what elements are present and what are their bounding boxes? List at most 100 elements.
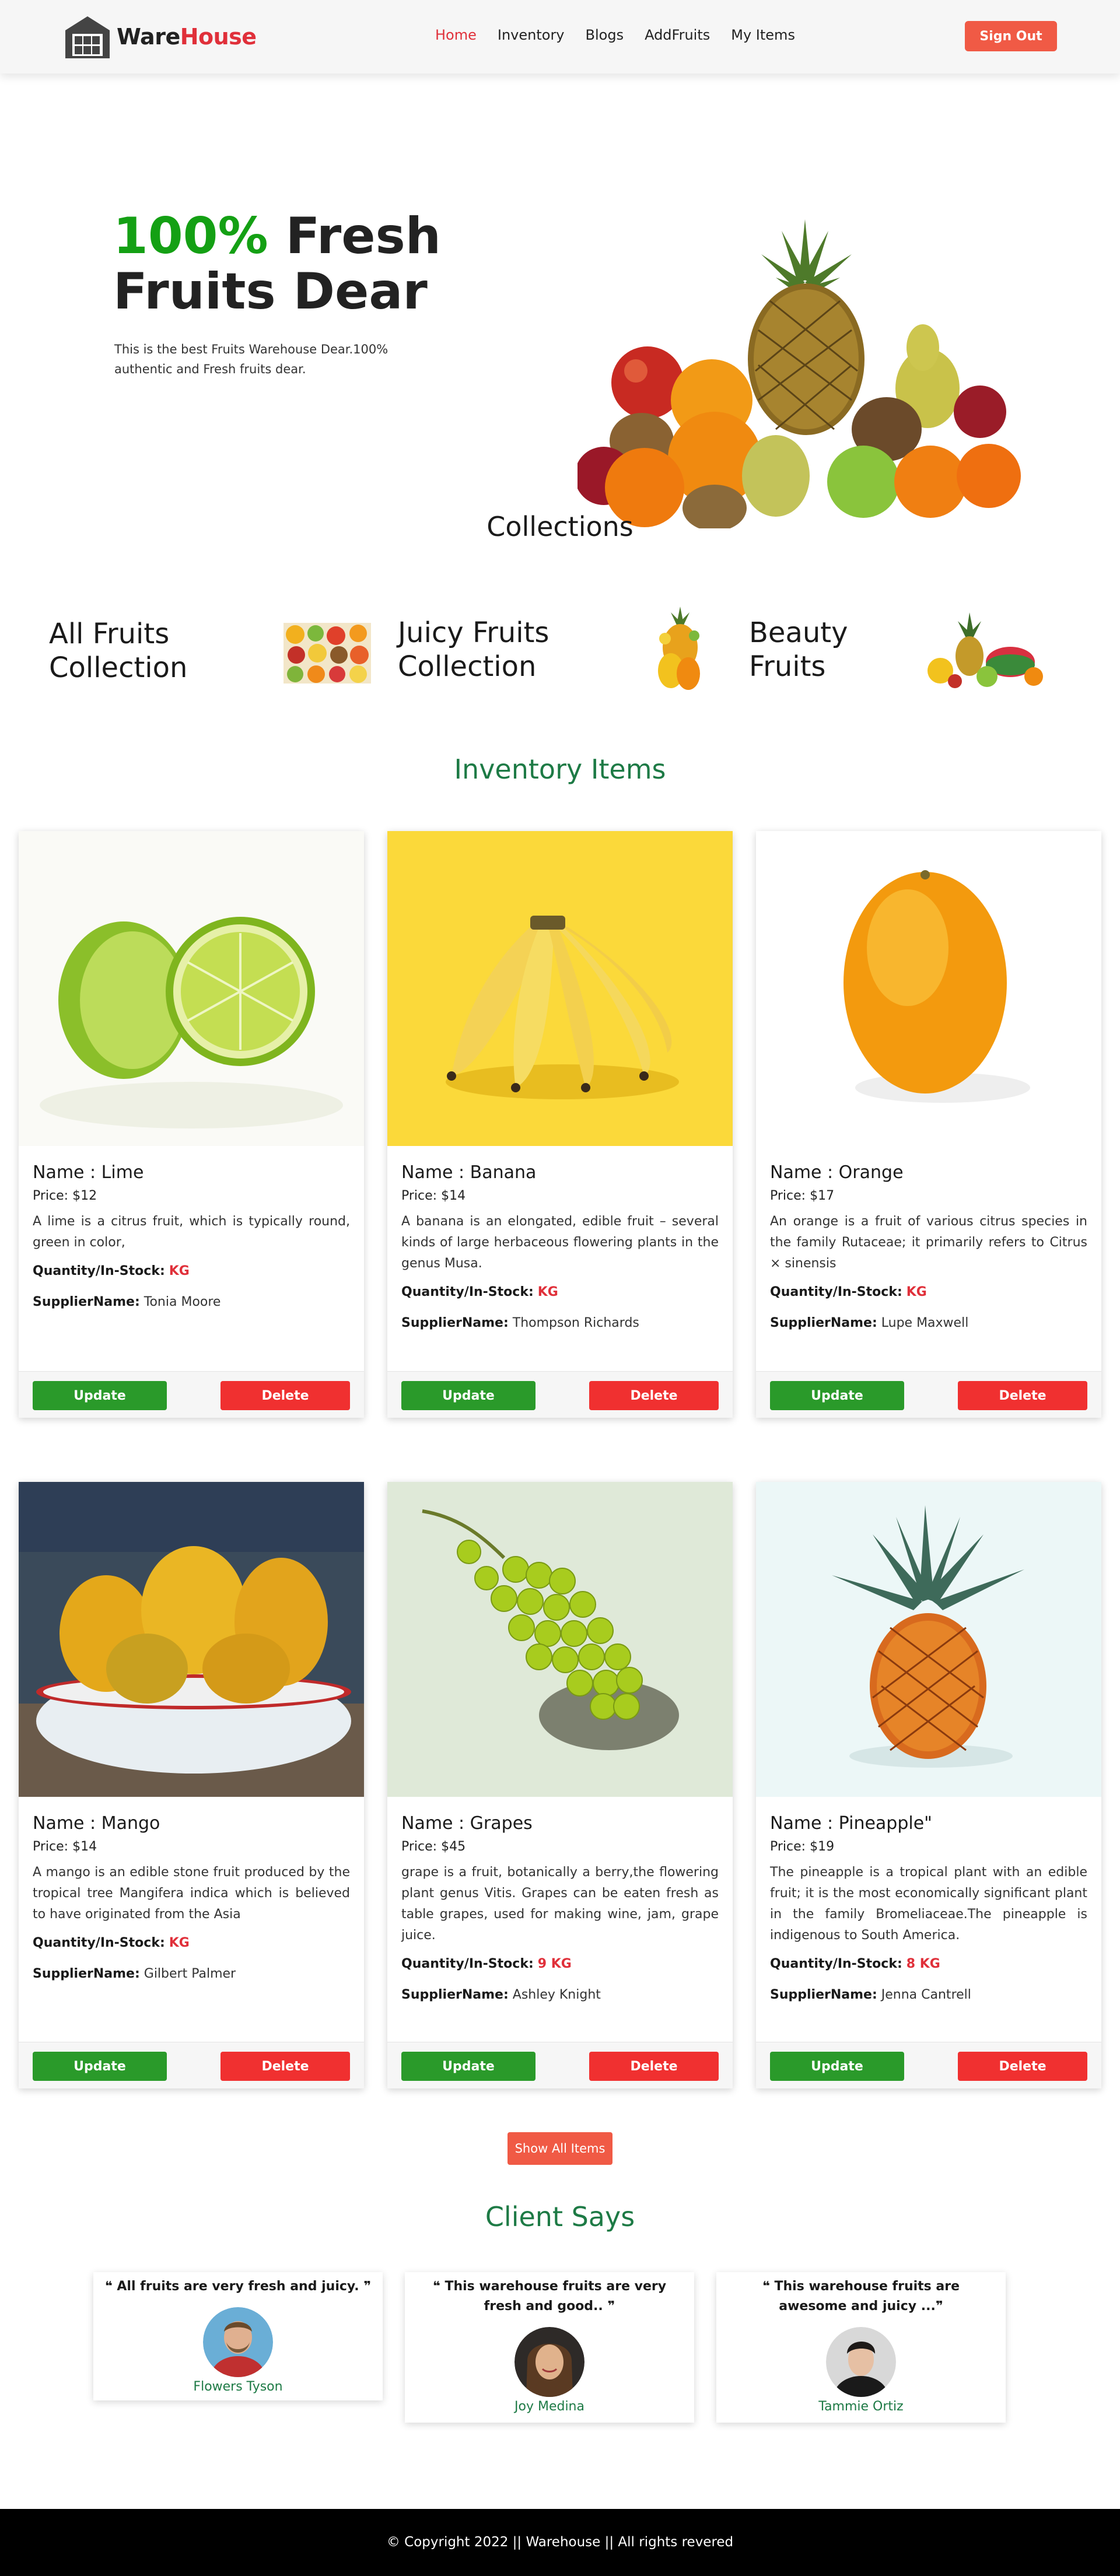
item-quantity: Quantity/In-Stock: 8 KG bbox=[770, 1957, 1087, 1971]
quantity-label: Quantity/In-Stock: bbox=[33, 1264, 165, 1278]
show-all-items-button[interactable]: Show All Items bbox=[508, 2132, 612, 2165]
delete-button[interactable]: Delete bbox=[220, 1381, 350, 1410]
item-supplier: SupplierName: Thompson Richards bbox=[401, 1316, 719, 1330]
collection-juicy-fruits[interactable]: Juicy Fruits Collection bbox=[398, 616, 549, 684]
update-button[interactable]: Update bbox=[770, 2052, 904, 2081]
card-footer: Update Delete bbox=[19, 2042, 364, 2088]
quantity-label: Quantity/In-Stock: bbox=[770, 1285, 902, 1299]
delete-button[interactable]: Delete bbox=[220, 2052, 350, 2081]
item-description: An orange is a fruit of various citrus s… bbox=[770, 1214, 1087, 1271]
item-name: Name : Grapes bbox=[401, 1813, 533, 1834]
supplier-value: Thompson Richards bbox=[512, 1316, 639, 1330]
client-says-title: Client Says bbox=[485, 2201, 635, 2232]
card-footer: Update Delete bbox=[756, 1371, 1101, 1418]
mango-image bbox=[19, 1482, 364, 1797]
price-label: Price: bbox=[401, 1839, 442, 1854]
pineapple-image bbox=[756, 1482, 1101, 1797]
price-label: Price: bbox=[33, 1189, 73, 1203]
delete-button[interactable]: Delete bbox=[958, 1381, 1087, 1410]
brand-name-part2: House bbox=[180, 24, 257, 50]
price-value: $12 bbox=[72, 1189, 97, 1203]
item-name: Name : Pineapple" bbox=[770, 1813, 932, 1834]
item-name: Name : Orange bbox=[770, 1162, 904, 1183]
item-supplier: SupplierName: Gilbert Palmer bbox=[33, 1967, 350, 1981]
quantity-value: KG bbox=[169, 1264, 190, 1278]
delete-button[interactable]: Delete bbox=[589, 1381, 719, 1410]
nav-my-items[interactable]: My Items bbox=[731, 27, 795, 43]
beauty-fruits-collection-image bbox=[928, 612, 1043, 688]
nav-addfruits[interactable]: AddFruits bbox=[645, 27, 710, 43]
price-label: Price: bbox=[770, 1189, 810, 1203]
review-card: ❝ This warehouse fruits are very fresh a… bbox=[405, 2272, 694, 2423]
grapes-image bbox=[387, 1482, 733, 1797]
hero-section: 100% Fresh Fruits Dear This is the best F… bbox=[0, 73, 1120, 528]
item-description: The pineapple is a tropical plant with a… bbox=[770, 1865, 1087, 1943]
card-footer: Update Delete bbox=[756, 2042, 1101, 2088]
price-value: $14 bbox=[441, 1189, 466, 1203]
inventory-title: Inventory Items bbox=[454, 753, 666, 785]
collection-all-fruits[interactable]: All Fruits Collection bbox=[49, 617, 187, 685]
review-quote: ❝ This warehouse fruits are awesome and … bbox=[762, 2279, 960, 2314]
supplier-label: SupplierName: bbox=[33, 1967, 140, 1981]
warehouse-logo-icon bbox=[65, 16, 110, 58]
copyright-text: © Copyright 2022 || Warehouse || All rig… bbox=[386, 2535, 734, 2550]
item-description: A banana is an elongated, edible fruit –… bbox=[401, 1214, 719, 1271]
item-price: Price: $17 bbox=[770, 1189, 1087, 1203]
collection-beauty-fruits[interactable]: Beauty Fruits bbox=[749, 616, 848, 684]
sign-out-button[interactable]: Sign Out bbox=[965, 21, 1057, 51]
item-supplier: SupplierName: Lupe Maxwell bbox=[770, 1316, 1087, 1330]
inventory-card-pineapple: Name : Pineapple" Price: $19 The pineapp… bbox=[756, 1482, 1101, 2088]
client-name: Tammie Ortiz bbox=[818, 2399, 904, 2414]
price-label: Price: bbox=[33, 1839, 73, 1854]
all-fruits-collection-image bbox=[284, 623, 371, 684]
item-quantity: Quantity/In-Stock: 9 KG bbox=[401, 1957, 719, 1971]
item-name: Name : Banana bbox=[401, 1162, 537, 1183]
banana-image bbox=[387, 831, 733, 1146]
lime-image bbox=[19, 831, 364, 1146]
nav-blogs[interactable]: Blogs bbox=[586, 27, 624, 43]
supplier-value: Jenna Cantrell bbox=[881, 1988, 971, 2002]
update-button[interactable]: Update bbox=[33, 1381, 167, 1410]
inventory-card-mango: Name : Mango Price: $14 A mango is an ed… bbox=[19, 1482, 364, 2088]
supplier-label: SupplierName: bbox=[401, 1988, 509, 2002]
collection-label-line2: Collection bbox=[398, 650, 537, 683]
navbar: WareHouse Home Inventory Blogs AddFruits… bbox=[0, 0, 1120, 73]
item-price: Price: $14 bbox=[33, 1839, 350, 1854]
delete-button[interactable]: Delete bbox=[958, 2052, 1087, 2081]
nav-inventory[interactable]: Inventory bbox=[498, 27, 565, 43]
supplier-label: SupplierName: bbox=[401, 1316, 509, 1330]
client-avatar bbox=[514, 2327, 584, 2397]
card-body: Name : Banana Price: $14 A banana is an … bbox=[387, 1148, 733, 1330]
card-footer: Update Delete bbox=[387, 1371, 733, 1418]
update-button[interactable]: Update bbox=[401, 2052, 536, 2081]
card-body: Name : Orange Price: $17 An orange is a … bbox=[756, 1148, 1101, 1330]
fruit-basket-image bbox=[578, 219, 1021, 528]
update-button[interactable]: Update bbox=[33, 2052, 167, 2081]
hero-title-line2: Fruits Dear bbox=[113, 262, 428, 321]
brand-name: WareHouse bbox=[117, 24, 257, 50]
price-value: $19 bbox=[810, 1839, 835, 1854]
card-body: Name : Grapes Price: $45 grape is a frui… bbox=[387, 1799, 733, 2002]
client-name: Joy Medina bbox=[514, 2399, 584, 2414]
review-quote: ❝ All fruits are very fresh and juicy. ❞ bbox=[104, 2279, 372, 2294]
quantity-label: Quantity/In-Stock: bbox=[401, 1285, 534, 1299]
nav-links: Home Inventory Blogs AddFruits My Items bbox=[435, 27, 795, 43]
update-button[interactable]: Update bbox=[770, 1381, 904, 1410]
review-quote: ❝ This warehouse fruits are very fresh a… bbox=[432, 2279, 667, 2314]
item-quantity: Quantity/In-Stock: KG bbox=[33, 1264, 350, 1278]
supplier-label: SupplierName: bbox=[770, 1316, 877, 1330]
client-name: Flowers Tyson bbox=[193, 2379, 283, 2394]
update-button[interactable]: Update bbox=[401, 1381, 536, 1410]
hero-title: 100% Fresh Fruits Dear bbox=[113, 209, 441, 319]
item-name: Name : Mango bbox=[33, 1813, 160, 1834]
card-footer: Update Delete bbox=[19, 1371, 364, 1418]
collection-label-line1: Beauty bbox=[749, 616, 848, 649]
supplier-value: Tonia Moore bbox=[144, 1295, 221, 1309]
item-quantity: Quantity/In-Stock: KG bbox=[33, 1936, 350, 1950]
item-quantity: Quantity/In-Stock: KG bbox=[770, 1285, 1087, 1299]
delete-button[interactable]: Delete bbox=[589, 2052, 719, 2081]
item-description: A mango is an edible stone fruit produce… bbox=[33, 1865, 350, 1922]
brand[interactable]: WareHouse bbox=[63, 13, 257, 61]
juicy-fruits-collection-image bbox=[658, 607, 700, 690]
nav-home[interactable]: Home bbox=[435, 27, 477, 43]
